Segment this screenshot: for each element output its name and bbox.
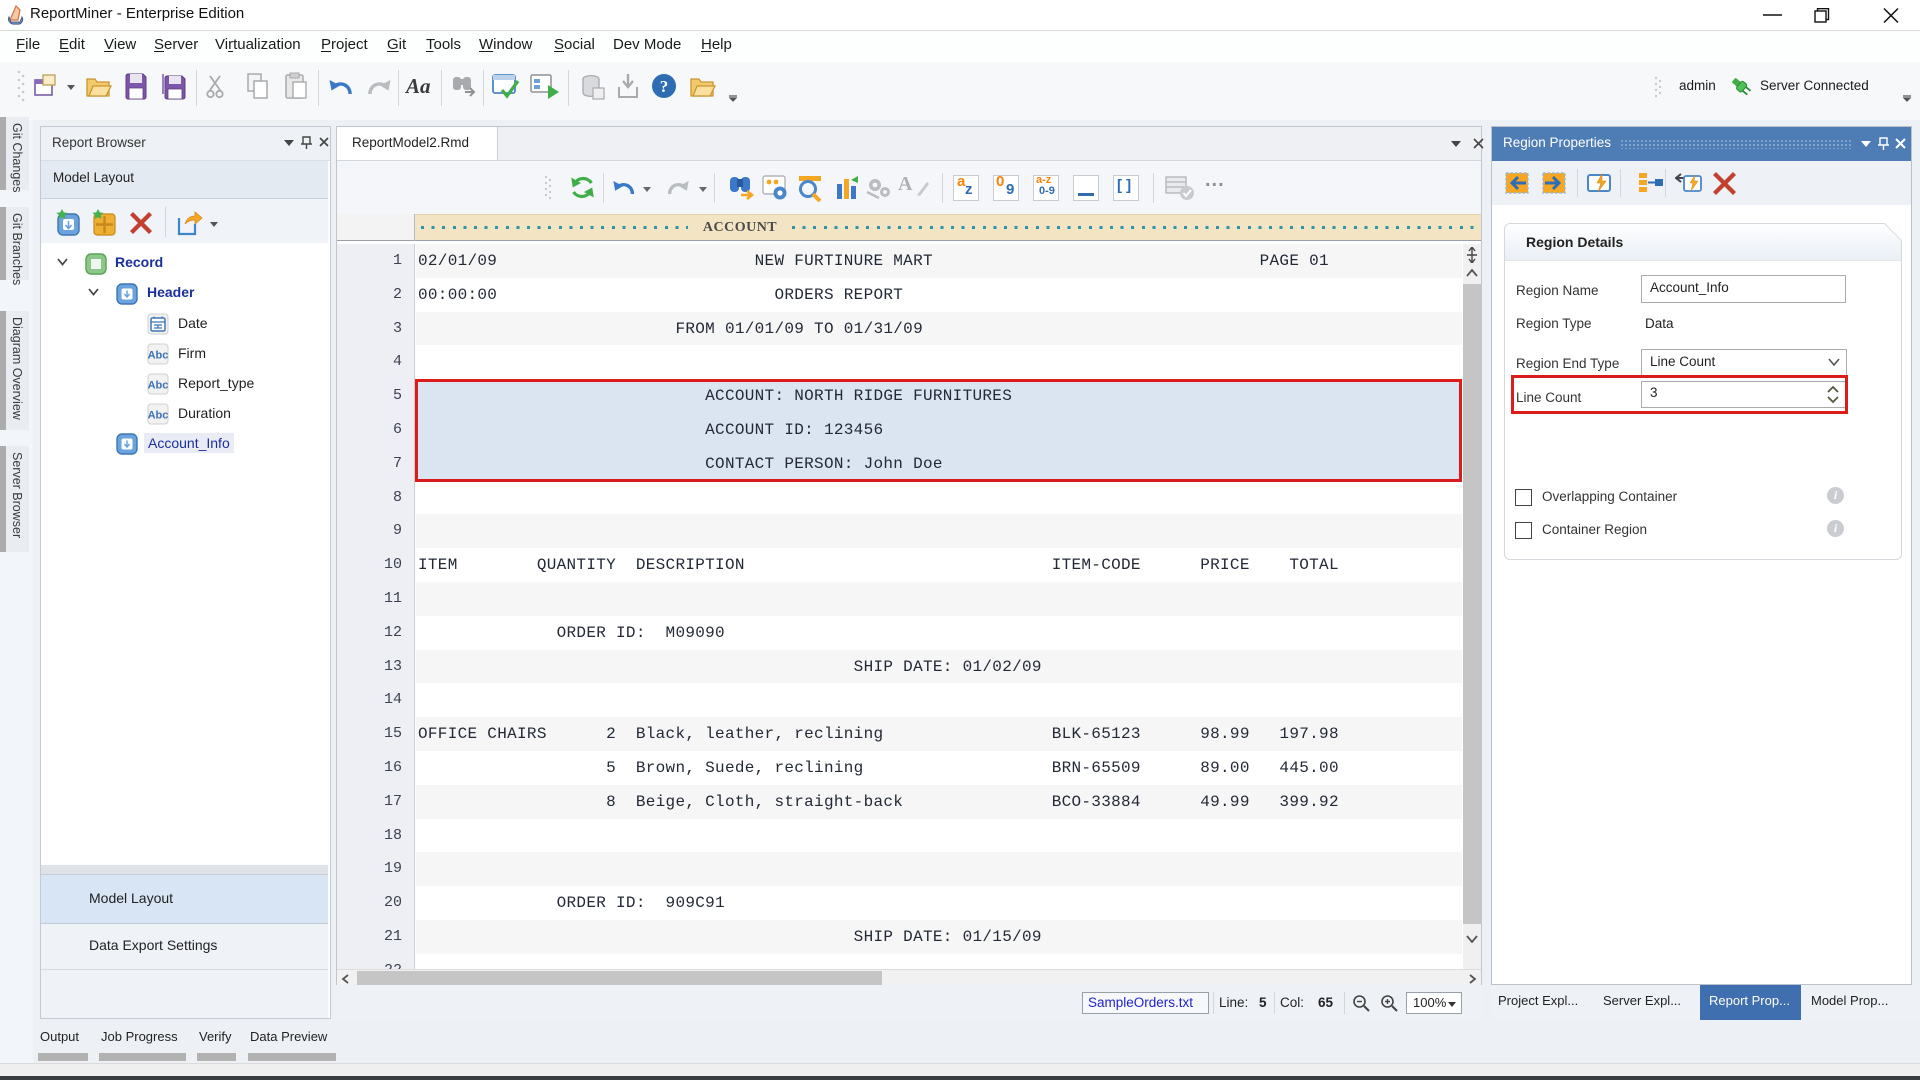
svg-text:Abc: Abc (148, 410, 169, 422)
svg-text:?: ? (660, 77, 669, 96)
svg-text:Abc: Abc (148, 350, 169, 362)
svg-text:Abc: Abc (148, 380, 169, 392)
